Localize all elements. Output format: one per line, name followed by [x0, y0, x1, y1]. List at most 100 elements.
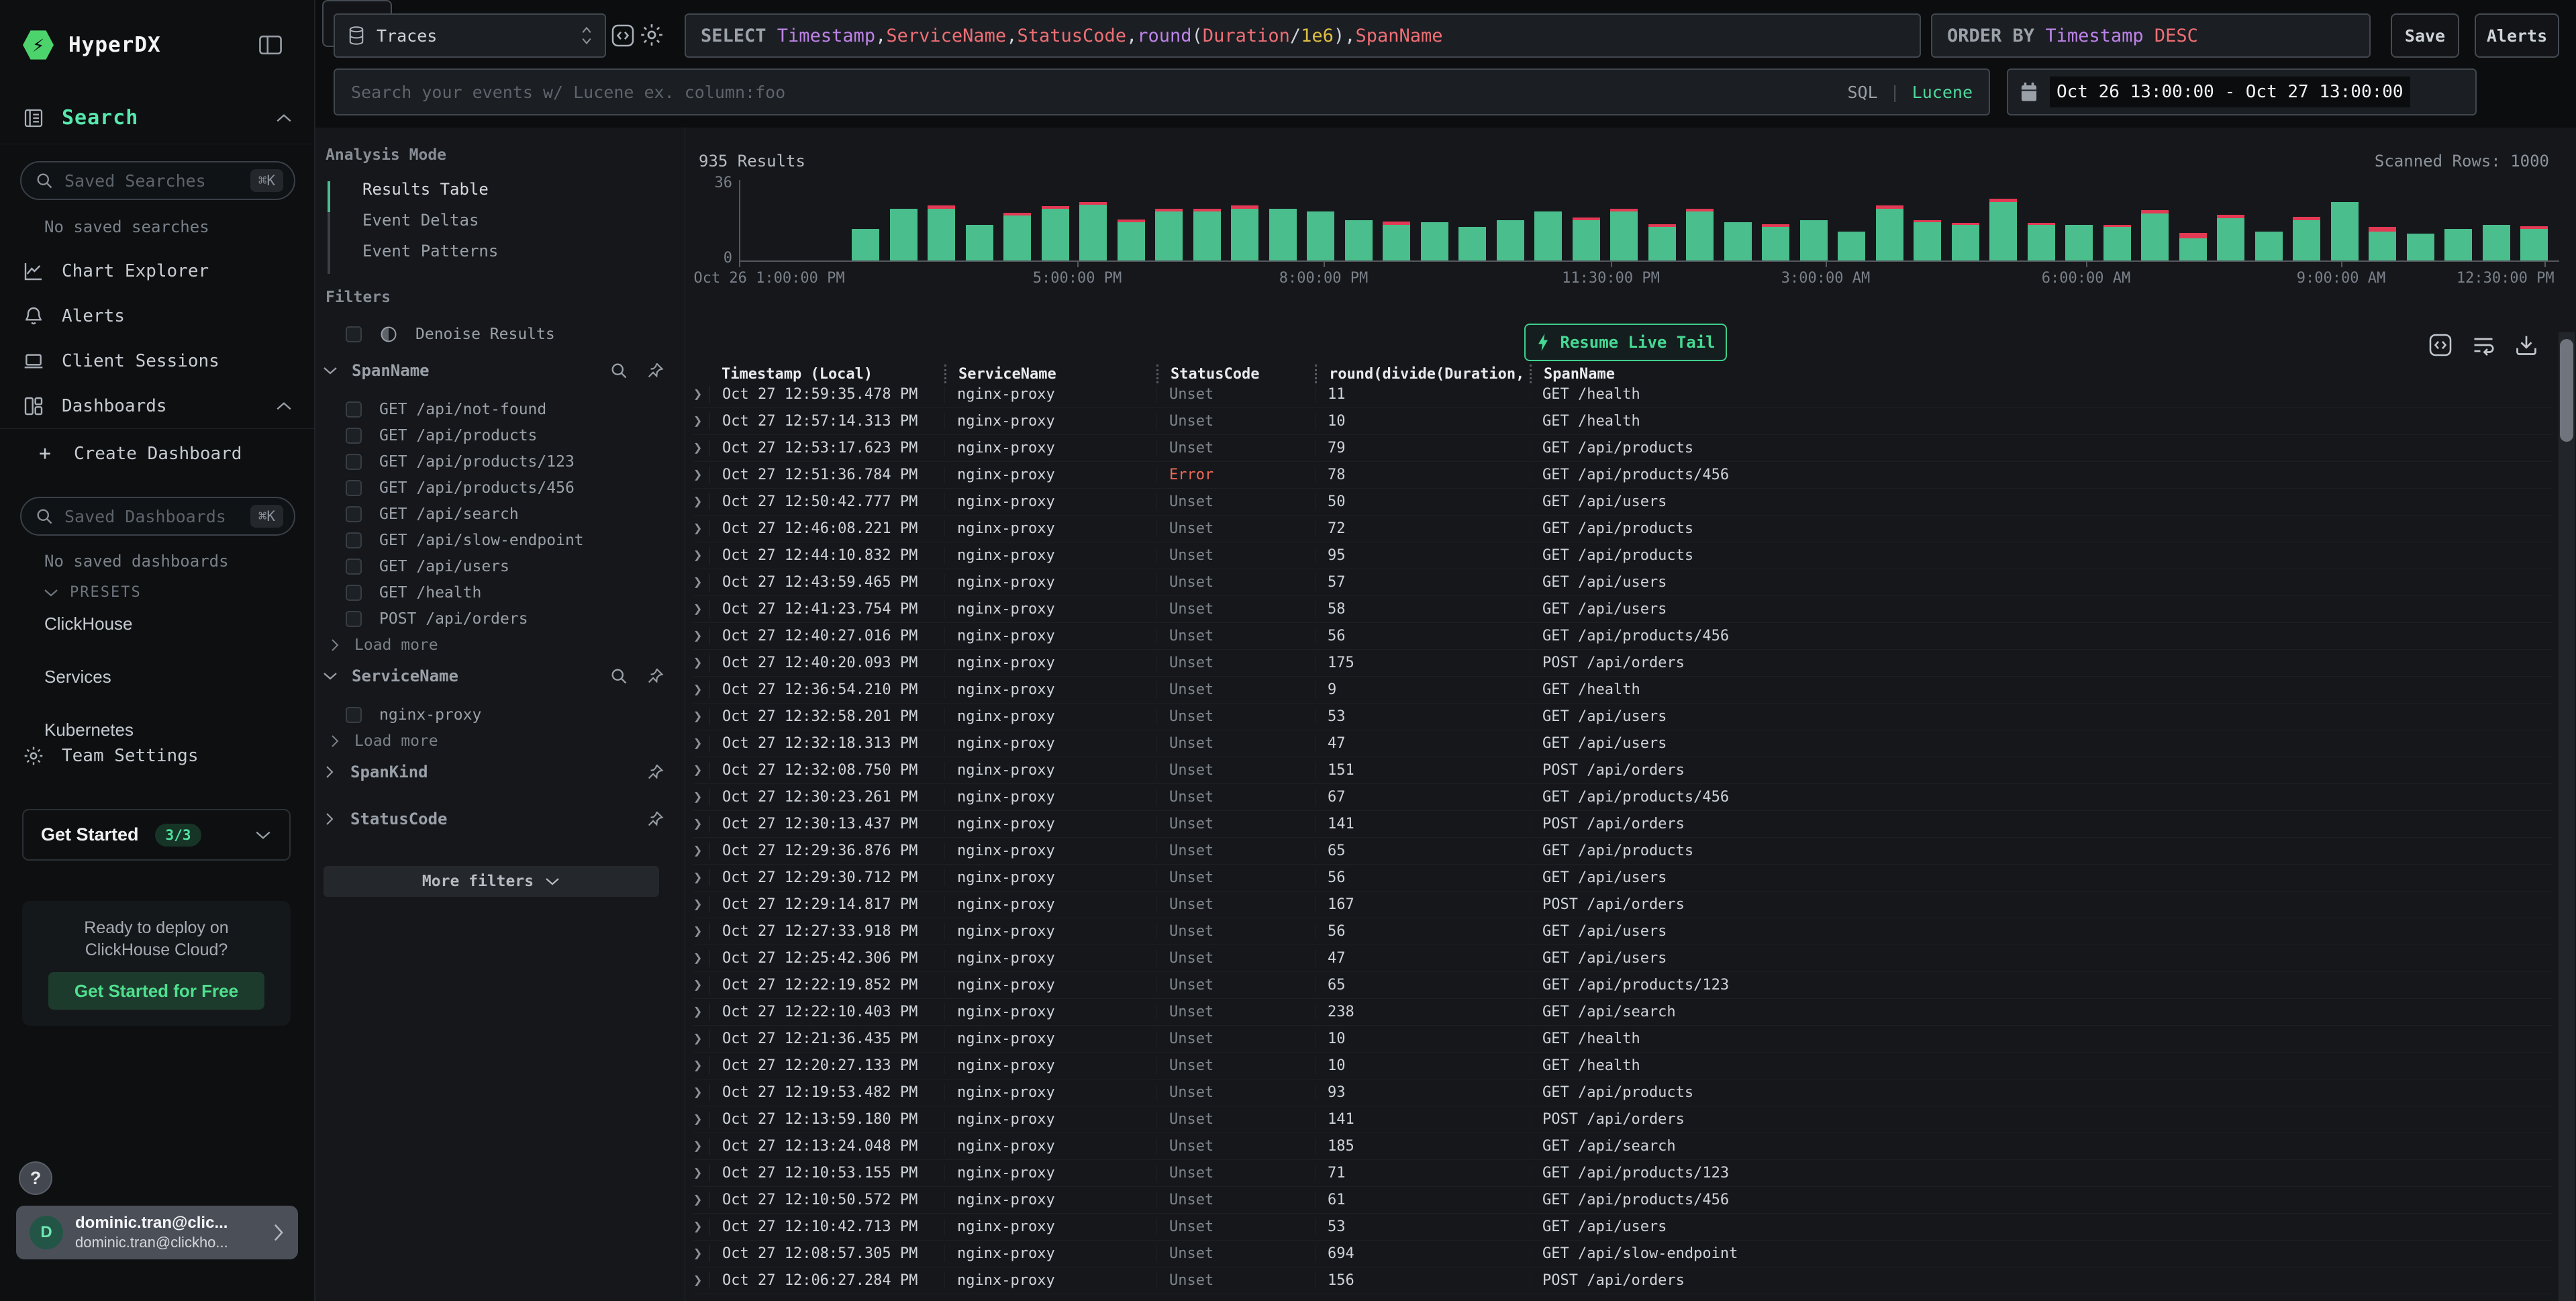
filter-checkbox-item[interactable]: GET /api/products/456 — [346, 475, 575, 501]
table-row[interactable]: ❯Oct 27 12:44:10.832 PMnginx-proxyUnset9… — [693, 542, 2553, 569]
checkbox[interactable] — [346, 532, 362, 548]
pin-icon[interactable] — [646, 361, 664, 380]
row-expand-chevron-icon[interactable]: ❯ — [693, 842, 709, 859]
row-expand-chevron-icon[interactable]: ❯ — [693, 628, 709, 644]
table-row[interactable]: ❯Oct 27 12:29:30.712 PMnginx-proxyUnset5… — [693, 865, 2553, 892]
presets-toggle[interactable]: PRESETS — [43, 584, 142, 601]
table-row[interactable]: ❯Oct 27 12:20:27.133 PMnginx-proxyUnset1… — [693, 1053, 2553, 1079]
table-row[interactable]: ❯Oct 27 12:43:59.465 PMnginx-proxyUnset5… — [693, 569, 2553, 596]
text-wrap-icon[interactable] — [2471, 333, 2495, 357]
table-row[interactable]: ❯Oct 27 12:27:33.918 PMnginx-proxyUnset5… — [693, 918, 2553, 945]
bar-segment-ok[interactable] — [1648, 227, 1676, 260]
row-expand-chevron-icon[interactable]: ❯ — [693, 1272, 709, 1289]
bar-segment-ok[interactable] — [1610, 211, 1638, 260]
row-expand-chevron-icon[interactable]: ❯ — [693, 467, 709, 483]
language-toggle[interactable]: SQL | Lucene — [1847, 83, 1973, 102]
vertical-scrollbar[interactable] — [2559, 332, 2575, 1301]
table-row[interactable]: ❯Oct 27 12:40:20.093 PMnginx-proxyUnset1… — [693, 650, 2553, 677]
row-expand-chevron-icon[interactable]: ❯ — [693, 1165, 709, 1182]
sidebar-collapse-icon[interactable] — [259, 35, 282, 55]
row-expand-chevron-icon[interactable]: ❯ — [693, 493, 709, 510]
table-row[interactable]: ❯Oct 27 12:36:54.210 PMnginx-proxyUnset9… — [693, 677, 2553, 704]
bar-segment-error[interactable] — [2141, 210, 2169, 213]
sidebar-item-chart-explorer[interactable]: Chart Explorer — [23, 260, 293, 282]
table-row[interactable]: ❯Oct 27 12:25:42.306 PMnginx-proxyUnset4… — [693, 945, 2553, 972]
bar-segment-ok[interactable] — [1079, 205, 1107, 260]
bar-segment-ok[interactable] — [1534, 211, 1562, 260]
row-expand-chevron-icon[interactable]: ❯ — [693, 413, 709, 430]
table-row[interactable]: ❯Oct 27 12:22:10.403 PMnginx-proxyUnset2… — [693, 999, 2553, 1026]
table-row[interactable]: ❯Oct 27 12:57:14.313 PMnginx-proxyUnset1… — [693, 408, 2553, 435]
filter-checkbox-item[interactable]: GET /api/slow-endpoint — [346, 527, 584, 553]
filter-checkbox-item[interactable]: GET /api/search — [346, 501, 519, 527]
scrollbar-thumb[interactable] — [2560, 339, 2573, 442]
table-row[interactable]: ❯Oct 27 12:13:24.048 PMnginx-proxyUnset1… — [693, 1133, 2553, 1160]
table-row[interactable]: ❯Oct 27 12:50:42.777 PMnginx-proxyUnset5… — [693, 489, 2553, 516]
order-by-input[interactable]: ORDER BY Timestamp DESC — [1931, 13, 2371, 58]
bar-segment-ok[interactable] — [1155, 211, 1183, 260]
bar-segment-ok[interactable] — [2217, 218, 2244, 260]
bar-segment-error[interactable] — [1573, 218, 1600, 220]
sidebar-item-search[interactable]: Search — [23, 106, 293, 130]
get-started-box[interactable]: Get Started 3/3 — [22, 809, 291, 861]
bar-segment-error[interactable] — [1383, 222, 1410, 225]
search-input[interactable] — [351, 83, 1847, 102]
row-expand-chevron-icon[interactable]: ❯ — [693, 923, 709, 940]
row-expand-chevron-icon[interactable]: ❯ — [693, 1111, 709, 1128]
user-card[interactable]: D dominic.tran@clic... dominic.tran@clic… — [16, 1206, 298, 1259]
sidebar-item-dashboards[interactable]: Dashboards — [23, 395, 293, 417]
bar-segment-ok[interactable] — [1762, 227, 1789, 260]
row-expand-chevron-icon[interactable]: ❯ — [693, 1004, 709, 1020]
preset-item-services[interactable]: Services — [44, 667, 134, 687]
table-row[interactable]: ❯Oct 27 12:59:35.478 PMnginx-proxyUnset1… — [693, 381, 2553, 408]
table-row[interactable]: ❯Oct 27 12:29:14.817 PMnginx-proxyUnset1… — [693, 892, 2553, 918]
filter-checkbox-item[interactable]: GET /api/users — [346, 553, 509, 579]
table-row[interactable]: ❯Oct 27 12:22:19.852 PMnginx-proxyUnset6… — [693, 972, 2553, 999]
gear-icon[interactable] — [639, 22, 664, 48]
bar-segment-error[interactable] — [928, 205, 955, 209]
filter-section-spanname[interactable]: SpanName — [322, 361, 664, 380]
row-expand-chevron-icon[interactable]: ❯ — [693, 1030, 709, 1047]
row-expand-chevron-icon[interactable]: ❯ — [693, 735, 709, 752]
table-row[interactable]: ❯Oct 27 12:32:08.750 PMnginx-proxyUnset1… — [693, 757, 2553, 784]
bar-segment-ok[interactable] — [2520, 229, 2548, 260]
row-expand-chevron-icon[interactable]: ❯ — [693, 1057, 709, 1074]
checkbox[interactable] — [346, 506, 362, 522]
code-column-icon[interactable] — [2428, 333, 2453, 357]
filter-checkbox-item[interactable]: nginx-proxy — [346, 702, 481, 728]
bar-segment-ok[interactable] — [1876, 209, 1903, 260]
lucene-toggle[interactable]: Lucene — [1912, 83, 1973, 102]
download-icon[interactable] — [2514, 333, 2538, 357]
bar-segment-ok[interactable] — [1307, 211, 1334, 260]
lucene-search-input[interactable]: SQL | Lucene — [334, 68, 1990, 115]
analysis-mode-event-deltas[interactable]: Event Deltas — [362, 211, 479, 230]
bar-segment-ok[interactable] — [2255, 232, 2283, 260]
create-dashboard-button[interactable]: + Create Dashboard — [39, 442, 309, 465]
bar-segment-ok[interactable] — [1914, 222, 1941, 260]
bar-segment-error[interactable] — [1042, 206, 1069, 209]
bar-segment-error[interactable] — [1079, 202, 1107, 205]
bar-segment-ok[interactable] — [1269, 209, 1297, 260]
bar-segment-error[interactable] — [1231, 205, 1258, 209]
denoise-results-checkbox[interactable]: Denoise Results — [346, 321, 555, 347]
bar-segment-ok[interactable] — [1042, 209, 1069, 260]
more-filters-button[interactable]: More filters — [324, 866, 659, 897]
bar-segment-error[interactable] — [1118, 220, 1145, 222]
row-expand-chevron-icon[interactable]: ❯ — [693, 896, 709, 913]
load-more-button[interactable]: Load more — [328, 632, 438, 658]
time-range-picker[interactable]: Oct 26 13:00:00 - Oct 27 13:00:00 — [2007, 68, 2477, 115]
checkbox[interactable] — [346, 585, 362, 601]
table-row[interactable]: ❯Oct 27 12:29:36.876 PMnginx-proxyUnset6… — [693, 838, 2553, 865]
filter-section-statuscode[interactable]: StatusCode — [322, 810, 664, 828]
bar-segment-error[interactable] — [1193, 209, 1221, 211]
row-expand-chevron-icon[interactable]: ❯ — [693, 1084, 709, 1101]
row-expand-chevron-icon[interactable]: ❯ — [693, 816, 709, 832]
bar-segment-ok[interactable] — [852, 229, 879, 260]
row-expand-chevron-icon[interactable]: ❯ — [693, 1192, 709, 1208]
table-row[interactable]: ❯Oct 27 12:30:23.261 PMnginx-proxyUnset6… — [693, 784, 2553, 811]
row-expand-chevron-icon[interactable]: ❯ — [693, 1138, 709, 1155]
bar-segment-error[interactable] — [1610, 209, 1638, 211]
alerts-button[interactable]: Alerts — [2475, 13, 2559, 58]
saved-searches-input[interactable]: Saved Searches ⌘K — [20, 161, 295, 200]
bar-segment-ok[interactable] — [2028, 225, 2055, 260]
